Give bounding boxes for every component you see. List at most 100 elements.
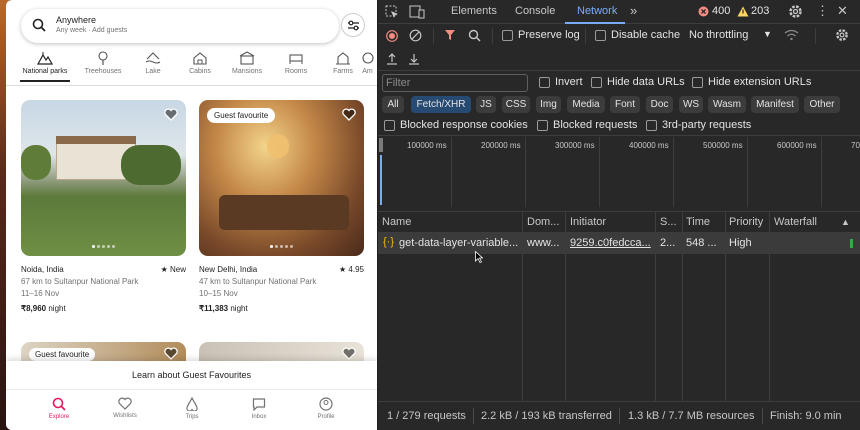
- heart-icon[interactable]: [342, 347, 356, 360]
- listing-rating: ★ 4.95: [339, 265, 364, 274]
- network-settings-icon[interactable]: [835, 28, 849, 42]
- heart-icon[interactable]: [164, 108, 178, 121]
- type-filter-media[interactable]: Media: [567, 96, 605, 113]
- category-rooms[interactable]: Rooms: [271, 50, 321, 82]
- category-cabins[interactable]: Cabins: [175, 50, 225, 82]
- listing-price: ₹8,960 night: [21, 304, 186, 313]
- warning-count[interactable]: 203: [751, 5, 769, 17]
- listing-photo[interactable]: Guest favourite: [199, 100, 364, 256]
- type-filter-fetch-xhr[interactable]: Fetch/XHR: [411, 96, 471, 113]
- column-status[interactable]: S...: [660, 216, 677, 228]
- listing-card-partial[interactable]: [199, 342, 364, 362]
- search-subtitle: Any week · Add guests: [56, 27, 128, 34]
- listing-card[interactable]: Noida, India ★ New 67 km to Sultanpur Na…: [21, 100, 186, 313]
- heart-icon: [118, 397, 132, 410]
- more-tabs-icon[interactable]: »: [630, 3, 637, 18]
- request-domain: www...: [527, 237, 560, 249]
- blocked-requests-checkbox[interactable]: [537, 120, 548, 131]
- nav-wishlists[interactable]: Wishlists: [100, 397, 150, 419]
- record-icon[interactable]: [386, 30, 398, 42]
- preserve-log-checkbox[interactable]: [502, 30, 513, 41]
- blocked-cookies-label: Blocked response cookies: [400, 119, 528, 131]
- hide-data-urls-checkbox[interactable]: [591, 77, 602, 88]
- error-count[interactable]: 400: [712, 5, 730, 17]
- column-name[interactable]: Name: [382, 216, 411, 228]
- heart-icon[interactable]: [342, 108, 356, 121]
- type-filter-other[interactable]: Other: [804, 96, 840, 113]
- category-treehouses[interactable]: Treehouses: [78, 50, 128, 82]
- search-icon[interactable]: [468, 29, 481, 42]
- third-party-checkbox[interactable]: [646, 120, 657, 131]
- type-filter-manifest[interactable]: Manifest: [751, 96, 799, 113]
- guest-favourites-banner[interactable]: Learn about Guest Favourites: [6, 361, 377, 389]
- category-amazing[interactable]: Am: [358, 50, 377, 82]
- disable-cache-checkbox[interactable]: [595, 30, 606, 41]
- listing-dates: 10–15 Nov: [199, 289, 238, 298]
- column-priority[interactable]: Priority: [729, 216, 763, 228]
- network-conditions-icon[interactable]: [784, 29, 799, 41]
- blocked-cookies-checkbox[interactable]: [384, 120, 395, 131]
- category-lake[interactable]: Lake: [128, 50, 178, 82]
- type-filter-js[interactable]: JS: [476, 96, 496, 113]
- request-initiator-link[interactable]: 9259.c0fedcca...: [570, 237, 654, 249]
- column-initiator[interactable]: Initiator: [570, 216, 606, 228]
- hide-extension-urls-label: Hide extension URLs: [708, 76, 812, 88]
- import-har-icon[interactable]: [386, 53, 398, 65]
- tab-network[interactable]: Network: [577, 5, 617, 17]
- listing-photo[interactable]: [21, 100, 186, 256]
- search-bar[interactable]: Anywhere Any week · Add guests: [21, 9, 339, 43]
- listing-card-partial[interactable]: Guest favourite: [21, 342, 186, 362]
- table-row[interactable]: {·} get-data-layer-variable... www... 92…: [378, 233, 860, 254]
- invert-label: Invert: [555, 76, 583, 88]
- timeline-handle[interactable]: [379, 138, 383, 152]
- close-icon[interactable]: ✕: [837, 3, 848, 19]
- chevron-down-icon[interactable]: ▼: [763, 29, 772, 39]
- sofa-shape: [219, 195, 349, 230]
- timeline-tick-label: 200000 ms: [481, 141, 521, 150]
- category-label: Mansions: [232, 68, 262, 75]
- status-separator: [619, 408, 620, 424]
- kebab-menu-icon[interactable]: ⋮: [816, 3, 829, 19]
- type-filter-font[interactable]: Font: [610, 96, 640, 113]
- listing-distance: 47 km to Sultanpur National Park: [199, 277, 317, 286]
- device-toolbar-icon[interactable]: [409, 5, 425, 19]
- type-filter-ws[interactable]: WS: [679, 96, 703, 113]
- category-mansions[interactable]: Mansions: [222, 50, 272, 82]
- profile-icon: [319, 397, 333, 411]
- column-time[interactable]: Time: [686, 216, 710, 228]
- inspect-element-icon[interactable]: [385, 5, 399, 19]
- type-filter-css[interactable]: CSS: [502, 96, 530, 113]
- invert-checkbox[interactable]: [539, 77, 550, 88]
- filter-input[interactable]: Filter: [382, 74, 528, 92]
- sort-ascending-icon[interactable]: ▲: [841, 217, 850, 227]
- nav-profile[interactable]: Profile: [301, 397, 351, 420]
- requests-count: 1 / 279 requests: [387, 410, 466, 422]
- warning-icon[interactable]: [737, 6, 749, 17]
- listing-card[interactable]: Guest favourite New Delhi, India ★ 4.95 …: [199, 100, 364, 313]
- column-waterfall[interactable]: Waterfall: [774, 216, 817, 228]
- nav-inbox[interactable]: Inbox: [234, 397, 284, 420]
- toolbar-separator: [585, 28, 586, 44]
- category-national-parks[interactable]: National parks: [20, 50, 70, 82]
- heart-icon[interactable]: [164, 347, 178, 360]
- tab-console[interactable]: Console: [515, 5, 555, 17]
- tab-elements[interactable]: Elements: [451, 5, 497, 17]
- type-filter-all[interactable]: All: [382, 96, 404, 113]
- toolbar-separator: [433, 28, 434, 44]
- settings-icon[interactable]: [788, 4, 803, 19]
- column-domain[interactable]: Dom...: [527, 216, 559, 228]
- error-icon[interactable]: [698, 6, 709, 17]
- clear-icon[interactable]: [409, 29, 422, 42]
- type-filter-doc[interactable]: Doc: [646, 96, 673, 113]
- filter-funnel-icon[interactable]: [444, 29, 456, 41]
- type-filter-img[interactable]: Img: [536, 96, 561, 113]
- export-har-icon[interactable]: [408, 53, 420, 65]
- nav-explore[interactable]: Explore: [34, 397, 84, 420]
- hide-extension-urls-checkbox[interactable]: [692, 77, 703, 88]
- waterfall-bar: [850, 239, 853, 248]
- type-filter-wasm[interactable]: Wasm: [708, 96, 746, 113]
- toolbar-separator: [492, 28, 493, 44]
- filters-button[interactable]: [341, 13, 365, 37]
- throttling-select[interactable]: No throttling: [689, 29, 748, 41]
- nav-trips[interactable]: Trips: [167, 397, 217, 420]
